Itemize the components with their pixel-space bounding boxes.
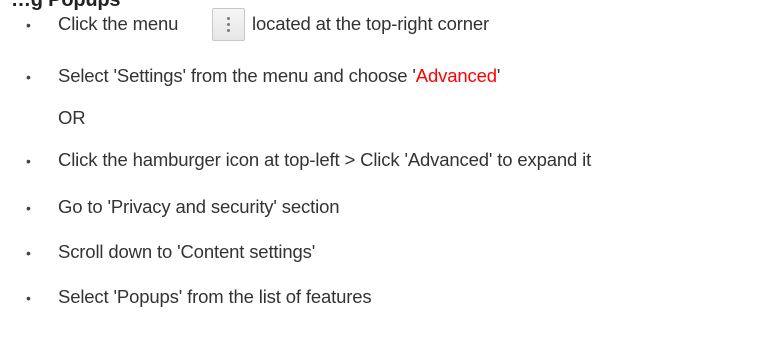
bullet-marker: • — [26, 245, 31, 261]
bullet-marker: • — [26, 290, 31, 306]
menu-dot — [227, 17, 230, 20]
or-separator: OR — [58, 107, 86, 128]
menu-dot — [227, 29, 230, 32]
step-2-text: Select 'Settings' from the menu and choo… — [58, 63, 500, 89]
bullet-marker: • — [26, 17, 31, 33]
bullet-marker: • — [26, 153, 31, 169]
step-1-text-after: located at the top-right corner — [252, 13, 490, 34]
step-6-text: Select 'Popups' from the list of feature… — [58, 286, 372, 307]
step-3-text: Click the hamburger icon at top-left > C… — [58, 149, 592, 170]
bullet-marker: • — [26, 200, 31, 216]
kebab-menu-icon — [212, 8, 245, 41]
step-2-text-before: Select 'Settings' from the menu and choo… — [58, 65, 416, 86]
step-4-text: Go to 'Privacy and security' section — [58, 196, 340, 217]
step-1-text-before: Click the menu — [58, 13, 179, 34]
advanced-highlight: Advanced — [415, 65, 497, 86]
bullet-marker: • — [26, 69, 31, 85]
menu-dot — [227, 23, 230, 26]
step-5-text: Scroll down to 'Content settings' — [58, 241, 316, 262]
step-2-text-after: ' — [496, 65, 501, 86]
